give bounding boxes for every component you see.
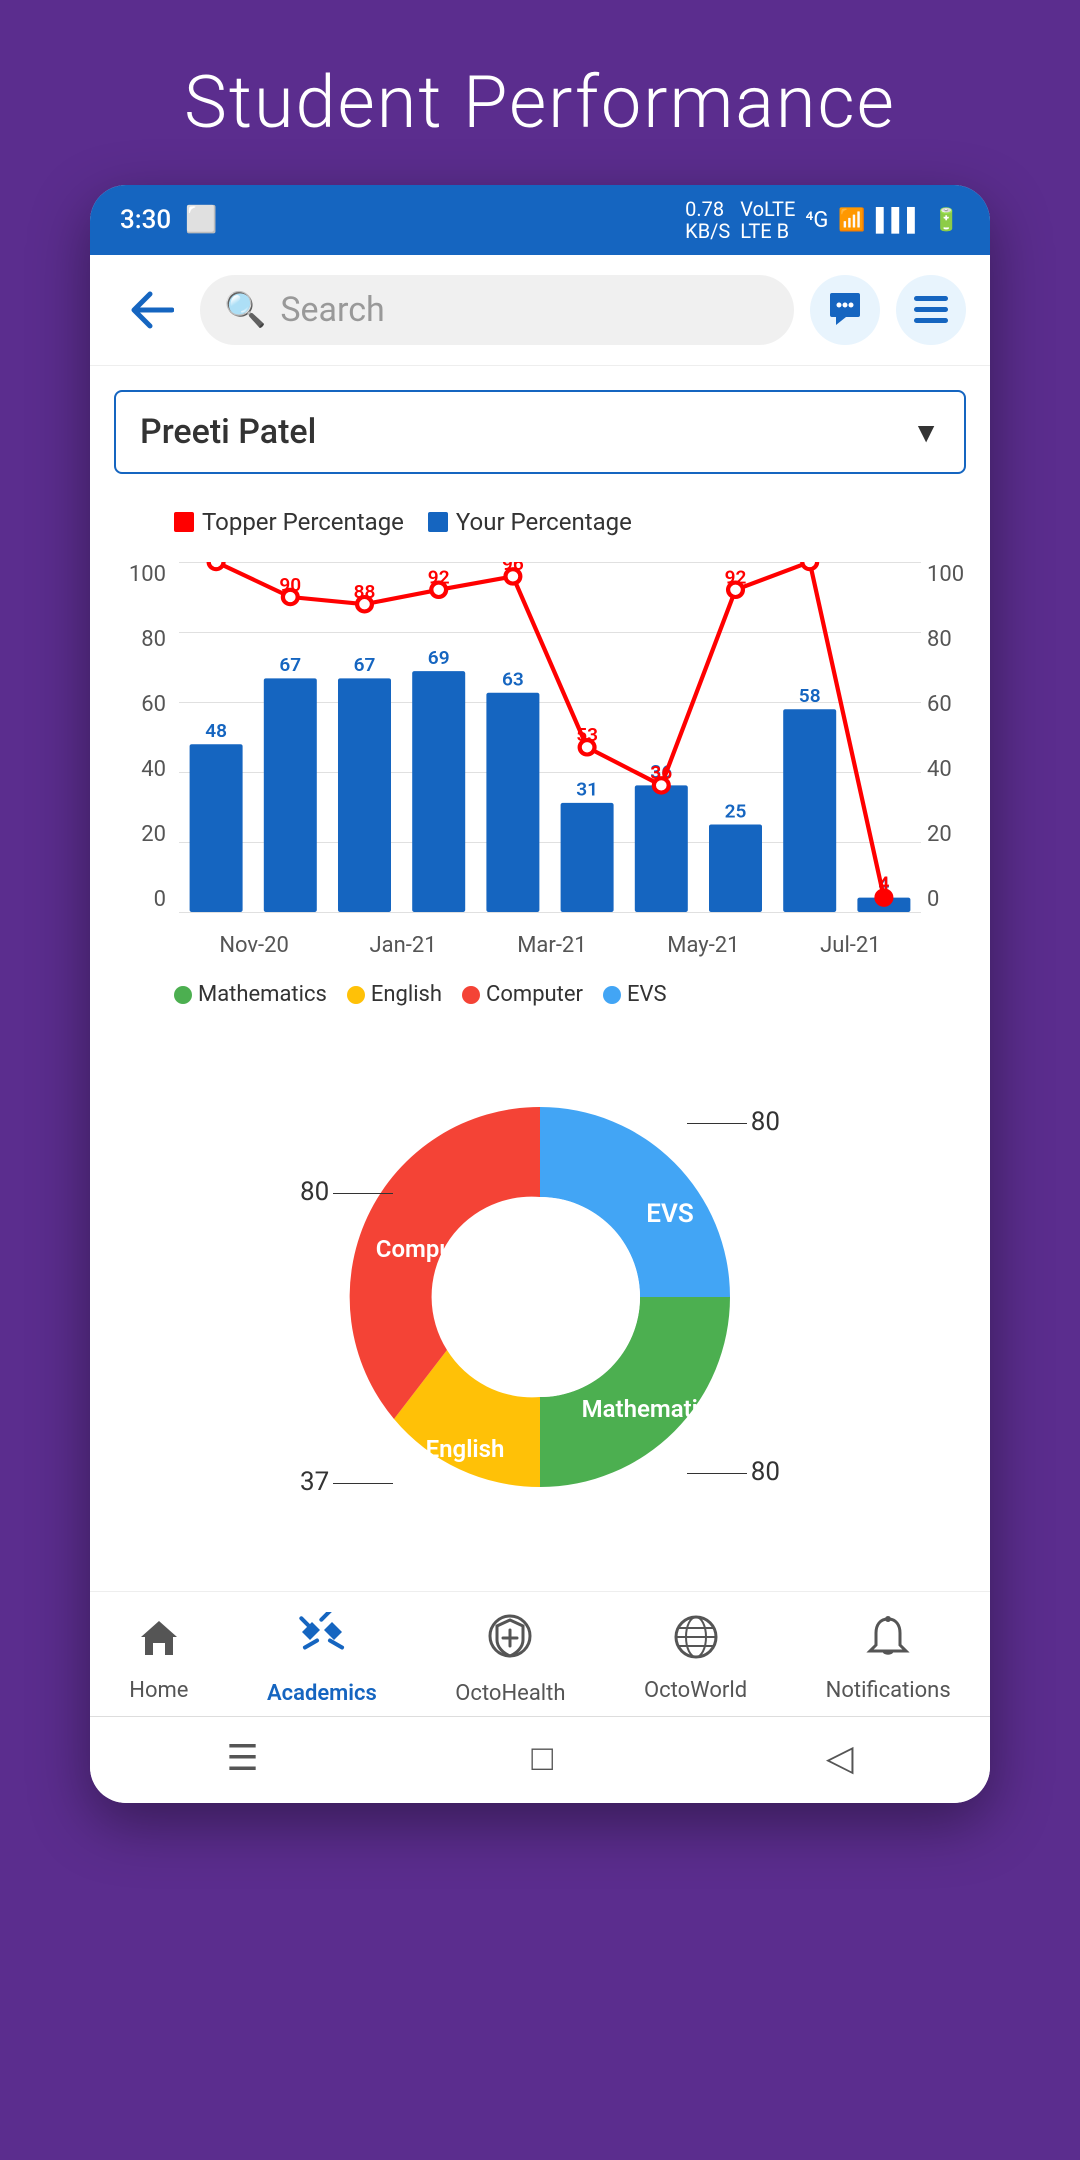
english-legend-label: English <box>371 982 442 1007</box>
computer-legend-dot <box>462 986 480 1004</box>
dropdown-selected: Preeti Patel <box>140 412 316 452</box>
menu-button[interactable] <box>896 275 966 345</box>
svg-text:25: 25 <box>725 801 747 823</box>
system-nav: ☰ □ ◁ <box>90 1716 990 1803</box>
network-speed: 0.78KB/S <box>685 198 730 242</box>
academics-icon <box>297 1612 347 1673</box>
svg-text:EVS: EVS <box>646 1199 693 1229</box>
back-button[interactable] <box>114 275 184 345</box>
yours-legend-dot <box>428 512 448 532</box>
signal-bars-icon: ▌▌▌ <box>876 207 923 233</box>
svg-text:48: 48 <box>205 720 227 742</box>
svg-text:92: 92 <box>725 567 747 589</box>
nav-notifications-label: Notifications <box>826 1678 951 1703</box>
math-legend-dot <box>174 986 192 1004</box>
svg-text:Mathemati...: Mathemati... <box>582 1395 719 1423</box>
bottom-nav: Home Academics <box>90 1591 990 1716</box>
svg-text:92: 92 <box>428 567 450 589</box>
svg-text:67: 67 <box>354 654 376 676</box>
nav-academics[interactable]: Academics <box>267 1612 377 1706</box>
english-outside-label: 37 <box>300 1467 393 1497</box>
evs-legend-dot <box>603 986 621 1004</box>
yours-legend-text: Your Percentage <box>456 508 632 536</box>
topper-legend-text: Topper Percentage <box>202 508 404 536</box>
svg-text:69: 69 <box>428 647 450 669</box>
svg-text:53: 53 <box>576 724 598 746</box>
computer-legend-label: Computer <box>486 982 583 1007</box>
svg-text:4: 4 <box>878 873 889 895</box>
nav-octohealth[interactable]: OctoHealth <box>455 1612 565 1706</box>
nav-academics-label: Academics <box>267 1681 377 1706</box>
svg-text:63: 63 <box>502 669 524 691</box>
dropdown-arrow-icon: ▼ <box>912 416 940 449</box>
chat-button[interactable] <box>810 275 880 345</box>
y-axis-right: 100 80 60 40 20 0 <box>921 562 966 912</box>
search-placeholder: Search <box>280 290 384 330</box>
svg-text:36: 36 <box>650 762 672 784</box>
nav-home[interactable]: Home <box>129 1615 188 1703</box>
battery-icon: 🔋 <box>933 208 960 233</box>
system-menu-button[interactable]: ☰ <box>226 1737 258 1779</box>
nav-home-label: Home <box>129 1678 188 1703</box>
notifications-icon <box>866 1615 910 1670</box>
status-bar: 3:30 ⬜ 0.78KB/S VoLTELTE B ⁴G 📶 ▌▌▌ 🔋 <box>90 185 990 255</box>
chart-legend: Topper Percentage Your Percentage <box>114 508 966 536</box>
nav-octohealth-label: OctoHealth <box>455 1681 565 1706</box>
nav-octoworld[interactable]: OctoWorld <box>644 1615 747 1703</box>
svg-text:Compute...: Compute... <box>376 1235 494 1263</box>
performance-chart: Topper Percentage Your Percentage 100 80… <box>114 498 966 1017</box>
search-icon: 🔍 <box>224 290 266 330</box>
system-home-button[interactable]: □ <box>531 1737 553 1779</box>
subject-legend: Mathematics English Computer EVS <box>114 982 966 1007</box>
page-title: Student Performance <box>0 0 1080 185</box>
math-outside-label: 80 <box>687 1457 780 1487</box>
nav-notifications[interactable]: Notifications <box>826 1615 951 1703</box>
status-time: 3:30 <box>120 205 171 235</box>
evs-outside-label: 80 <box>687 1107 780 1137</box>
bar-line-chart-svg: 48 67 67 69 63 <box>179 562 921 912</box>
octoworld-icon <box>674 1615 718 1670</box>
svg-text:90: 90 <box>279 574 301 596</box>
x-axis-labels: Nov-20 Jan-21 Mar-21 May-21 Jul-21 <box>179 933 921 958</box>
status-screen-icon: ⬜ <box>185 205 217 235</box>
svg-text:31: 31 <box>576 779 598 801</box>
search-bar[interactable]: 🔍 Search <box>200 275 794 345</box>
student-dropdown[interactable]: Preeti Patel ▼ <box>114 390 966 474</box>
signal-icon: 📶 <box>838 208 865 233</box>
english-legend-dot <box>347 986 365 1004</box>
volte-icon: VoLTELTE B <box>740 198 795 242</box>
main-content: Preeti Patel ▼ Topper Percentage Your Pe… <box>90 366 990 1591</box>
top-bar: 🔍 Search <box>90 255 990 366</box>
svg-text:67: 67 <box>279 654 301 676</box>
svg-text:58: 58 <box>799 685 821 707</box>
svg-text:English: English <box>426 1435 505 1463</box>
evs-legend-label: EVS <box>627 982 667 1007</box>
phone-frame: 3:30 ⬜ 0.78KB/S VoLTELTE B ⁴G 📶 ▌▌▌ 🔋 🔍 … <box>90 185 990 1803</box>
nav-octoworld-label: OctoWorld <box>644 1678 747 1703</box>
svg-text:96: 96 <box>502 562 524 575</box>
svg-text:88: 88 <box>354 581 376 603</box>
y-axis-left: 100 80 60 40 20 0 <box>114 562 174 912</box>
donut-chart-section: EVS Mathemati... English Compute... 80 8… <box>114 1017 966 1567</box>
network-type-icon: ⁴G <box>805 208 828 233</box>
octohealth-icon <box>485 1612 535 1673</box>
topper-legend-dot <box>174 512 194 532</box>
home-icon <box>137 1615 181 1670</box>
system-back-button[interactable]: ◁ <box>826 1737 854 1779</box>
math-legend-label: Mathematics <box>198 982 327 1007</box>
computer-outside-label: 80 <box>300 1177 393 1207</box>
